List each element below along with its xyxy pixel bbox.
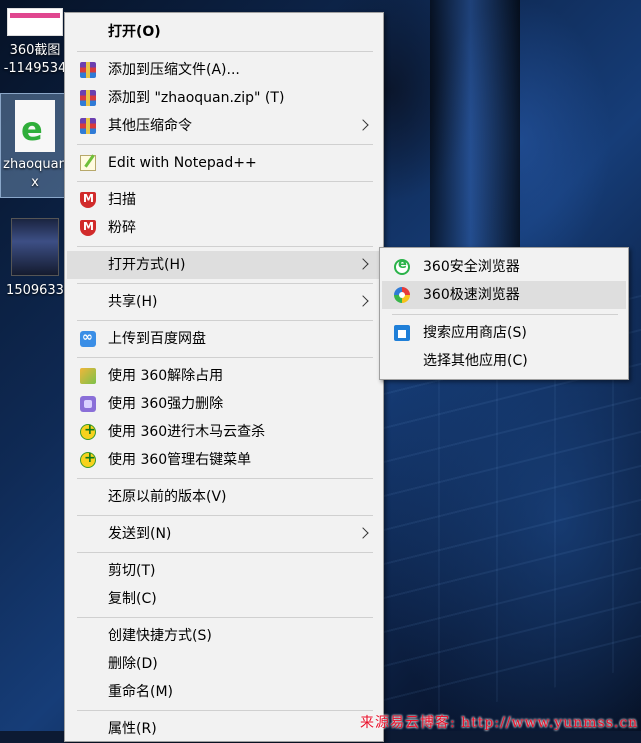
360-extreme-browser-icon [394,287,410,303]
menu-item-label: 扫描 [108,192,136,208]
menu-item-properties[interactable]: 属性(R) [67,715,381,743]
menu-separator [77,617,373,618]
menu-item-360-trojan-scan[interactable]: 使用 360进行木马云查杀 [67,418,381,446]
menu-item-label: 打开(O) [108,24,161,40]
menu-item-label: 使用 360解除占用 [108,368,224,384]
menu-item-delete[interactable]: 删除(D) [67,650,381,678]
menu-item-label: 复制(C) [108,591,157,607]
winrar-icon [80,90,96,106]
desktop-icon-screenshot[interactable]: 360截图 -1149534 [0,0,70,78]
360-safe-icon [80,450,96,468]
menu-item-share[interactable]: 共享(H) [67,288,381,316]
menu-item-360-force-delete[interactable]: 使用 360强力删除 [67,390,381,418]
submenu-item-search-store[interactable]: 搜索应用商店(S) [382,319,626,347]
menu-item-label: 创建快捷方式(S) [108,628,212,644]
menu-item-label: 使用 360进行木马云查杀 [108,424,266,440]
menu-separator [77,515,373,516]
menu-item-label: 剪切(T) [108,563,156,579]
menu-item-create-shortcut[interactable]: 创建快捷方式(S) [67,622,381,650]
menu-item-add-to-zip[interactable]: 添加到 "zhaoquan.zip" (T) [67,84,381,112]
chevron-right-icon [357,295,369,307]
menu-item-label: 其他压缩命令 [108,118,192,134]
desktop-icon-label: zhaoquan [3,157,67,172]
menu-item-label: 添加到 "zhaoquan.zip" (T) [108,90,285,106]
menu-separator [77,357,373,358]
open-with-submenu: 360安全浏览器 360极速浏览器 搜索应用商店(S) 选择其他应用(C) [379,247,629,380]
360-secure-browser-icon [394,257,410,275]
chevron-right-icon [357,527,369,539]
menu-item-shred[interactable]: 粉碎 [67,214,381,242]
context-menu: 打开(O) 添加到压缩文件(A)... 添加到 "zhaoquan.zip" (… [64,12,384,742]
submenu-item-label: 360安全浏览器 [423,259,520,275]
menu-separator [77,51,373,52]
menu-item-label: 上传到百度网盘 [108,331,206,347]
menu-item-label: 属性(R) [108,721,157,737]
submenu-item-choose-other-app[interactable]: 选择其他应用(C) [382,347,626,375]
winrar-icon [80,118,96,134]
menu-item-add-to-archive[interactable]: 添加到压缩文件(A)... [67,56,381,84]
winrar-icon [80,62,96,78]
submenu-item-label: 选择其他应用(C) [423,353,528,369]
notepad-plus-icon [80,155,96,171]
menu-item-label: 使用 360管理右键菜单 [108,452,252,468]
submenu-item-label: 360极速浏览器 [423,287,520,303]
desktop-icon-label: x [31,175,39,190]
menu-item-label: 发送到(N) [108,526,172,542]
watermark-text: 来源易云博客: http://www.yunmss.cn [360,715,639,731]
menu-separator [77,478,373,479]
chevron-right-icon [357,119,369,131]
menu-separator [77,144,373,145]
360-safe-icon [80,422,96,440]
desktop-icon-label: 360截图 [9,43,61,58]
video-thumbnail-icon [11,218,59,276]
menu-separator [77,283,373,284]
menu-item-cut[interactable]: 剪切(T) [67,557,381,585]
desktop-icon-label: -1149534 [3,61,67,76]
menu-item-label: 删除(D) [108,656,158,672]
menu-item-scan[interactable]: 扫描 [67,186,381,214]
menu-item-label: Edit with Notepad++ [108,155,257,171]
submenu-item-360-secure-browser[interactable]: 360安全浏览器 [382,253,626,281]
menu-item-other-compress[interactable]: 其他压缩命令 [67,112,381,140]
menu-separator [77,710,373,711]
menu-item-rename[interactable]: 重命名(M) [67,678,381,706]
mcafee-shield-icon [80,220,96,236]
menu-item-notepad-plus[interactable]: Edit with Notepad++ [67,149,381,177]
force-delete-icon [80,396,96,412]
menu-separator [77,320,373,321]
menu-item-360-manage-menu[interactable]: 使用 360管理右键菜单 [67,446,381,474]
image-thumbnail-icon [7,8,63,36]
menu-item-copy[interactable]: 复制(C) [67,585,381,613]
menu-item-label: 还原以前的版本(V) [108,489,227,505]
menu-item-label: 粉碎 [108,220,136,236]
mcafee-shield-icon [80,192,96,208]
menu-separator [392,314,618,315]
menu-item-label: 使用 360强力删除 [108,396,224,412]
menu-item-label: 添加到压缩文件(A)... [108,62,240,78]
desktop-icon-video[interactable]: 1509633 [0,218,70,300]
browser-file-icon: e [15,100,55,152]
menu-separator [77,246,373,247]
menu-separator [77,181,373,182]
chevron-right-icon [357,258,369,270]
menu-item-restore-versions[interactable]: 还原以前的版本(V) [67,483,381,511]
menu-item-label: 重命名(M) [108,684,174,700]
menu-item-360-unlock[interactable]: 使用 360解除占用 [67,362,381,390]
unlock-icon [80,368,96,384]
baidu-netdisk-icon [80,330,96,347]
desktop-icon-label: 1509633 [6,283,64,298]
menu-item-send-to[interactable]: 发送到(N) [67,520,381,548]
menu-item-open[interactable]: 打开(O) [67,18,381,46]
menu-item-label: 共享(H) [108,294,158,310]
menu-separator [77,552,373,553]
desktop-icon-zhaoquan[interactable]: e zhaoquan x [0,93,70,198]
menu-item-baidu-upload[interactable]: 上传到百度网盘 [67,325,381,353]
submenu-item-360-extreme-browser[interactable]: 360极速浏览器 [382,281,626,309]
submenu-item-label: 搜索应用商店(S) [423,325,527,341]
menu-item-open-with[interactable]: 打开方式(H) [67,251,381,279]
menu-item-label: 打开方式(H) [108,257,186,273]
store-icon [394,325,410,341]
